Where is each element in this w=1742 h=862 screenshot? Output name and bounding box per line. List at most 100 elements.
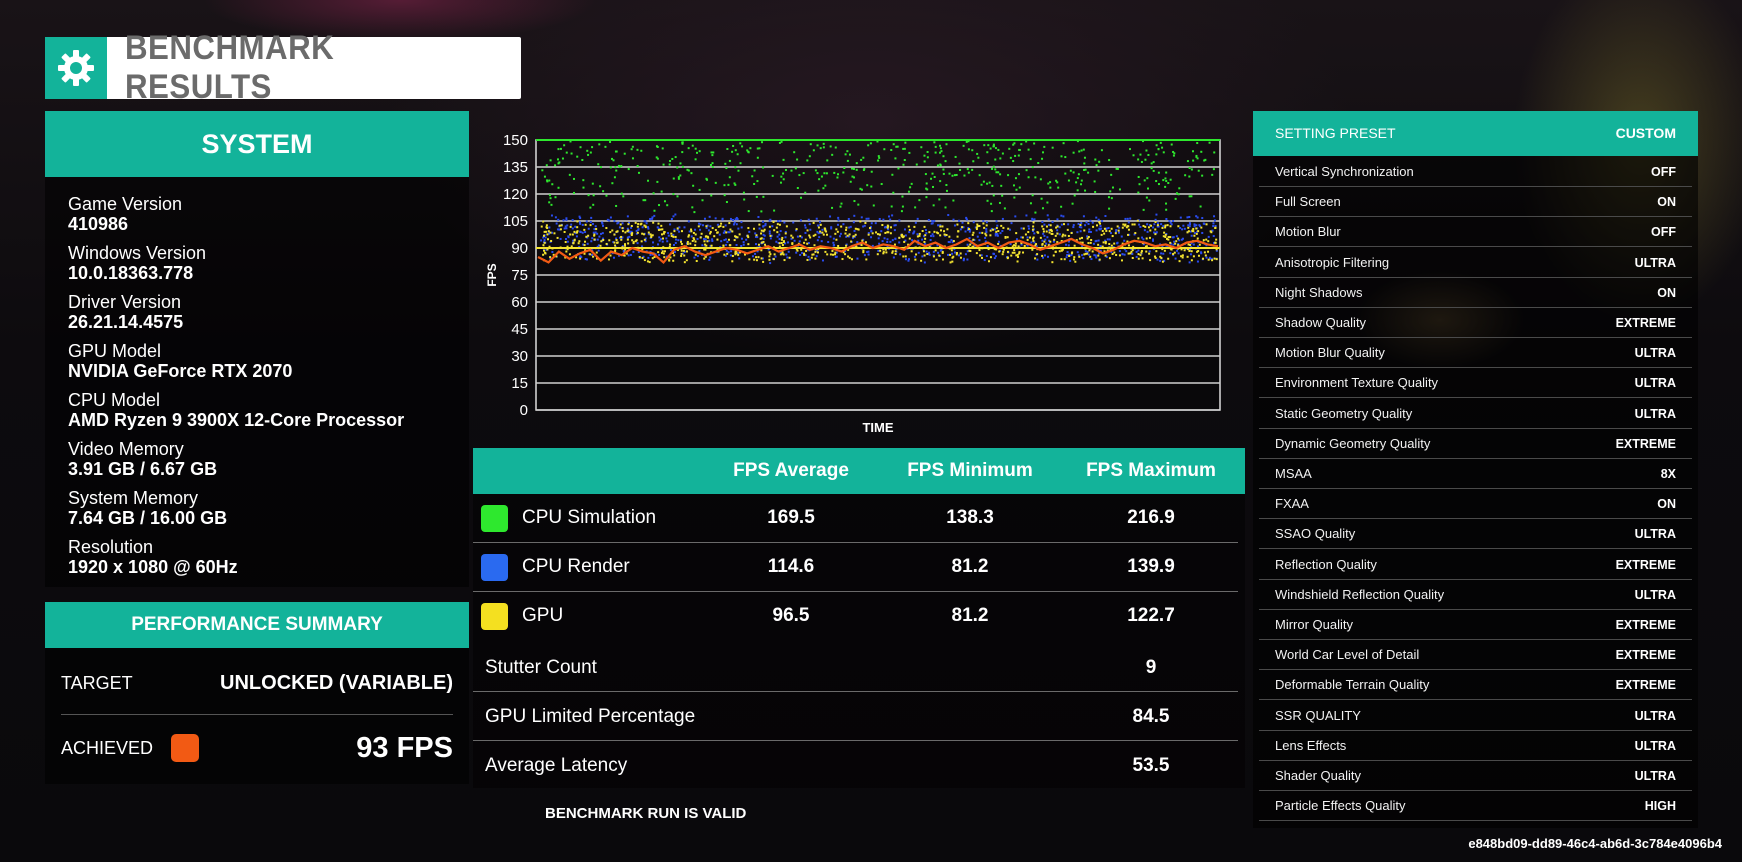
data-point <box>956 223 959 226</box>
data-point <box>803 241 806 244</box>
data-point <box>1047 218 1050 221</box>
data-point <box>1143 179 1146 182</box>
data-point <box>1162 252 1165 255</box>
row-name: GPU <box>522 605 564 626</box>
data-point <box>977 156 980 159</box>
data-point <box>1095 256 1098 259</box>
data-point <box>869 226 872 229</box>
data-point <box>780 175 783 178</box>
data-point <box>1082 257 1085 260</box>
data-point <box>1137 237 1140 240</box>
data-point <box>1015 254 1018 257</box>
system-item-label: Windows Version <box>68 243 207 263</box>
data-point <box>1155 213 1158 216</box>
data-point <box>1104 254 1107 257</box>
data-point <box>985 227 988 230</box>
data-point <box>1084 189 1087 192</box>
data-point <box>907 259 910 262</box>
data-point <box>787 250 790 253</box>
data-point <box>636 148 639 151</box>
data-point <box>571 233 574 236</box>
data-point <box>832 241 835 244</box>
data-point <box>754 232 757 235</box>
data-point <box>658 204 661 207</box>
data-point <box>1144 158 1147 161</box>
data-point <box>799 219 802 222</box>
data-point <box>613 241 616 244</box>
data-point <box>663 256 666 259</box>
data-point <box>648 261 651 264</box>
data-point <box>1139 254 1142 257</box>
data-point <box>1208 141 1211 144</box>
data-point <box>657 222 660 225</box>
data-point <box>586 242 589 245</box>
data-point <box>941 251 944 254</box>
data-point <box>779 181 782 184</box>
data-point <box>1124 217 1127 220</box>
data-point <box>699 223 702 226</box>
data-point <box>550 214 553 217</box>
data-point <box>924 229 927 232</box>
data-point <box>908 151 911 154</box>
data-point <box>841 258 844 261</box>
data-point <box>1132 154 1135 157</box>
data-point <box>823 172 826 175</box>
data-point <box>1212 225 1215 228</box>
data-point <box>994 158 997 161</box>
data-point <box>798 240 801 243</box>
data-point <box>760 241 763 244</box>
setting-row: Full Screen ON <box>1253 187 1698 218</box>
data-point <box>972 160 975 163</box>
data-point <box>544 236 547 239</box>
data-point <box>548 194 551 197</box>
data-point <box>788 256 791 259</box>
table-row: Average Latency 53.5 <box>473 742 1245 790</box>
data-point <box>1053 238 1056 241</box>
data-point <box>997 148 1000 151</box>
data-point <box>694 147 697 150</box>
data-point <box>1147 226 1150 229</box>
setting-value: ON <box>1657 497 1676 512</box>
data-point <box>902 255 905 258</box>
data-point <box>945 183 948 186</box>
data-point <box>598 143 601 146</box>
data-point <box>959 252 962 255</box>
stat-value: 53.5 <box>1132 755 1170 776</box>
data-point <box>1193 234 1196 237</box>
data-point <box>985 255 988 258</box>
data-point <box>957 230 960 233</box>
setting-row: Static Geometry Quality ULTRA <box>1253 399 1698 429</box>
data-point <box>649 217 652 220</box>
data-point <box>716 238 719 241</box>
data-point <box>995 230 998 233</box>
system-item: Windows Version 10.0.18363.778 <box>68 243 206 283</box>
data-point <box>1108 230 1111 233</box>
data-point <box>769 262 772 265</box>
data-point <box>1146 177 1149 180</box>
data-point <box>768 258 771 261</box>
data-point <box>762 225 765 228</box>
data-point <box>752 227 755 230</box>
data-point <box>930 222 933 225</box>
data-point <box>589 224 592 227</box>
data-point <box>878 233 881 236</box>
data-point <box>1195 224 1198 227</box>
data-point <box>1164 233 1167 236</box>
data-point <box>1067 179 1070 182</box>
data-point <box>942 155 945 158</box>
data-point <box>916 233 919 236</box>
data-point <box>1136 219 1139 222</box>
row-name: CPU Simulation <box>522 507 657 528</box>
data-point <box>563 144 566 147</box>
data-point <box>1031 166 1034 169</box>
data-point <box>1029 158 1032 161</box>
data-point <box>732 223 735 226</box>
setting-name: Mirror Quality <box>1275 617 1354 632</box>
data-point <box>1165 171 1168 174</box>
data-point <box>680 252 683 255</box>
data-point <box>1018 186 1021 189</box>
data-point <box>997 242 1000 245</box>
data-point <box>585 220 588 223</box>
data-point <box>814 250 817 253</box>
setting-name: SSR QUALITY <box>1275 707 1361 723</box>
